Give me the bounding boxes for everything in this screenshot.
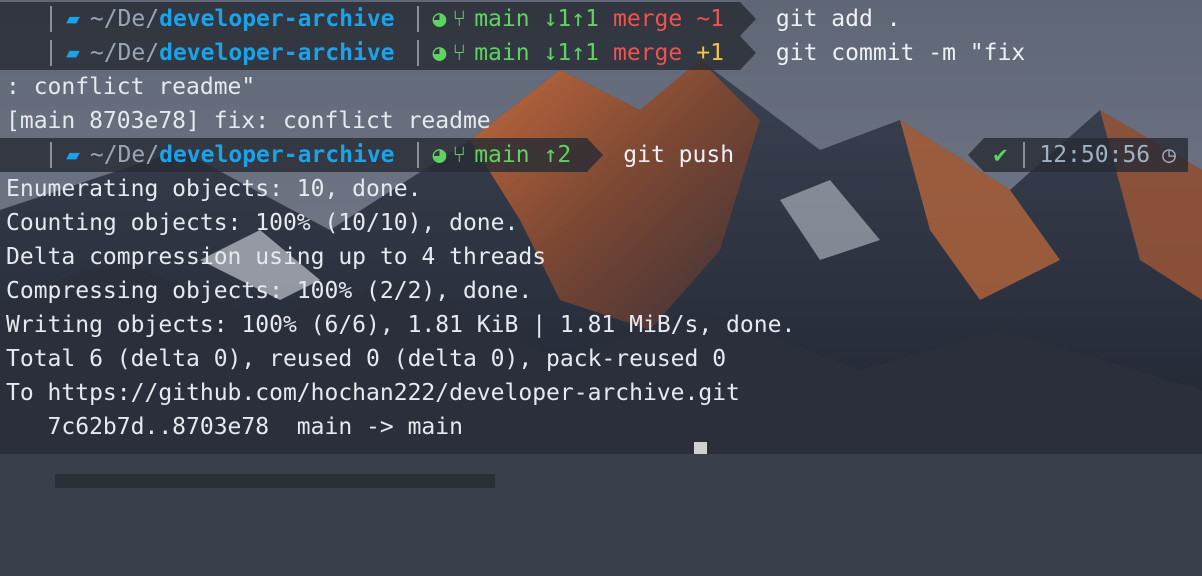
output-line: Enumerating objects: 10, done. [6,176,422,202]
github-icon: ◕ [432,142,447,168]
ahead-behind: ↑2 [543,142,572,168]
branch-name: main [474,40,530,66]
separator [1023,142,1026,168]
dir-prefix: ~/De/ [89,142,160,168]
apple-icon [0,2,40,36]
directory-segment: ▰ ~/De/developer-archive [66,138,407,172]
output-line: Compressing objects: 100% (2/2), done. [6,278,533,304]
git-segment: ◕ ⑂ main ↑2 [432,138,588,172]
git-branch-icon: ⑂ [452,40,467,66]
separator [416,6,419,32]
ahead-behind: ↓1↑1 [543,40,599,66]
separator [50,40,52,66]
output-line: Writing objects: 100% (6/6), 1.81 KiB | … [6,312,796,338]
git-segment: ◕ ⑂ main ↓1↑1 merge ~1 [432,2,740,36]
directory-segment: ▰ ~/De/developer-archive [66,36,407,70]
output-line: 7c62b7d..8703e78 main -> main [6,414,463,440]
separator [50,6,52,32]
directory-segment: ▰ ~/De/developer-archive [66,2,407,36]
right-prompt: ✔ 12:50:56 ◷ [967,138,1188,172]
folder-icon: ▰ [66,40,80,66]
clock-icon: ◷ [1162,138,1188,172]
dir-name: developer-archive [159,6,395,32]
output-line: Counting objects: 100% (10/10), done. [6,210,519,236]
output-line: [main 8703e78] fix: conflict readme [6,108,491,134]
folder-icon: ▰ [66,142,80,168]
git-segment: ◕ ⑂ main ↓1↑1 merge +1 [432,36,740,70]
github-icon: ◕ [432,6,447,32]
prompt-line: ▰ ~/De/developer-archive ◕ ⑂ main ↓1↑1 m… [0,36,1025,70]
status-check-icon: ✔ [983,138,1020,172]
github-icon: ◕ [432,40,447,66]
next-prompt-line [0,440,1202,488]
dir-prefix: ~/De/ [89,6,160,32]
change-count: +1 [696,40,724,66]
timestamp: 12:50:56 [1029,138,1163,172]
dir-name: developer-archive [159,40,395,66]
git-branch-icon: ⑂ [452,6,467,32]
repo-state: merge [612,40,683,66]
output-line: To https://github.com/hochan222/develope… [6,380,740,406]
repo-state: merge [612,6,683,32]
prompt-line: ▰ ~/De/developer-archive ◕ ⑂ main ↑2 git… [0,138,1202,172]
separator [50,142,52,168]
output-line: Delta compression using up to 4 threads [6,244,547,270]
separator [416,142,419,168]
git-branch-icon: ⑂ [452,142,467,168]
branch-name: main [474,6,530,32]
apple-icon [0,138,40,172]
command-text: git push [623,142,735,168]
output-line: : conflict readme" [6,74,256,100]
command-text: git commit -m "fix [775,40,1026,66]
terminal-cursor [694,442,707,454]
branch-name: main [474,142,530,168]
output-line: Total 6 (delta 0), reused 0 (delta 0), p… [6,346,727,372]
dir-prefix: ~/De/ [89,40,160,66]
change-count: ~1 [696,6,724,32]
ahead-behind: ↓1↑1 [543,6,599,32]
terminal-window[interactable]: ▰ ~/De/developer-archive ◕ ⑂ main ↓1↑1 m… [0,0,1202,488]
apple-icon [0,36,40,70]
folder-icon: ▰ [66,6,80,32]
separator [416,40,419,66]
command-text: git add . [775,6,901,32]
dir-name: developer-archive [159,142,395,168]
prompt-line: ▰ ~/De/developer-archive ◕ ⑂ main ↓1↑1 m… [0,2,901,36]
